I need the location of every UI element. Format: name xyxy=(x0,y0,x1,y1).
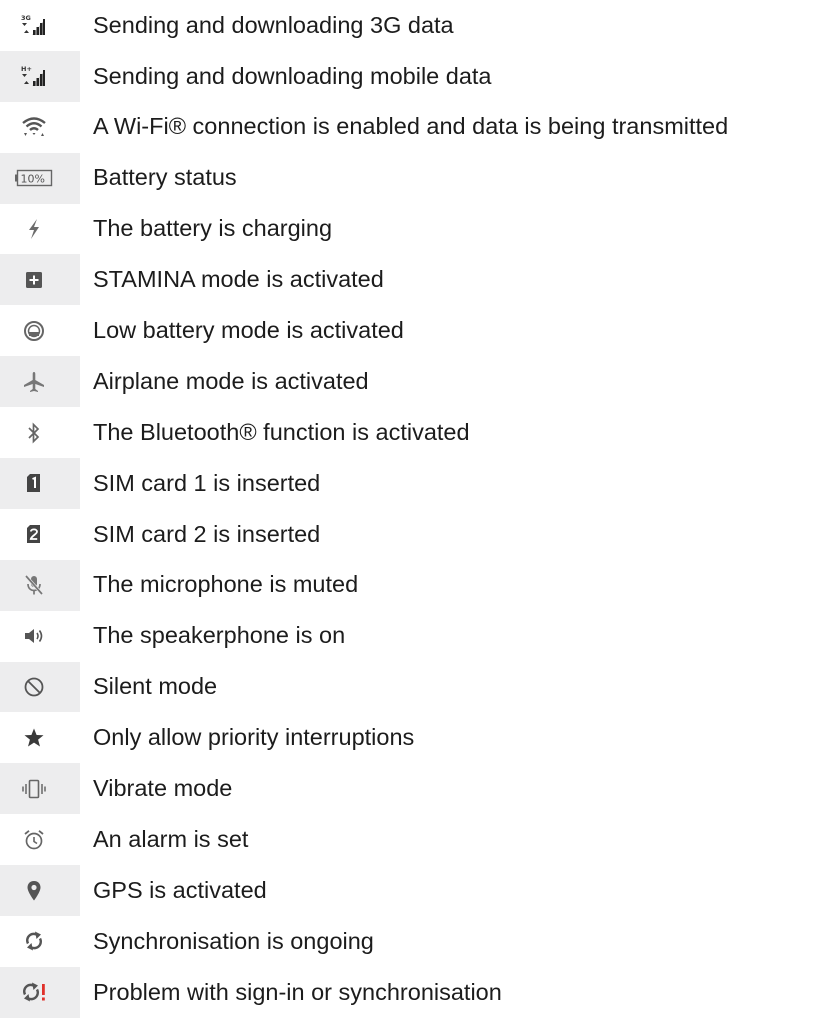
icon-cell xyxy=(0,763,80,815)
icon-cell xyxy=(0,559,80,611)
list-item: Low battery mode is activated xyxy=(0,305,828,356)
alarm-clock-icon xyxy=(14,824,54,856)
icon-cell xyxy=(0,661,80,713)
sim-card-1-icon xyxy=(14,467,54,499)
stamina-mode-icon xyxy=(14,264,54,296)
list-item: The Bluetooth® function is activated xyxy=(0,407,828,458)
list-item-label: Battery status xyxy=(93,164,237,191)
microphone-muted-icon xyxy=(14,569,54,601)
3g-data-transfer-icon: 3G xyxy=(14,9,54,41)
svg-text:H+: H+ xyxy=(21,65,32,73)
list-item: The speakerphone is on xyxy=(0,611,828,662)
list-item: STAMINA mode is activated xyxy=(0,254,828,306)
low-battery-mode-icon xyxy=(14,315,54,347)
list-item-label: Silent mode xyxy=(93,673,218,700)
list-item: The microphone is muted xyxy=(0,559,828,611)
list-item: 3G Sending and downloading 3G data xyxy=(0,0,828,51)
list-item-label: The battery is charging xyxy=(93,215,333,242)
icon-cell xyxy=(0,509,80,560)
list-item-label: STAMINA mode is activated xyxy=(93,266,384,293)
sync-problem-icon xyxy=(14,976,54,1008)
wifi-data-transfer-icon xyxy=(14,111,54,143)
list-item: 10% Battery status xyxy=(0,152,828,204)
list-item-label: The microphone is muted xyxy=(93,571,359,598)
icon-cell: H+ xyxy=(0,50,80,102)
charging-bolt-icon xyxy=(14,213,54,245)
list-item-label: Synchronisation is ongoing xyxy=(93,927,374,954)
gps-pin-icon xyxy=(14,875,54,907)
icon-cell xyxy=(0,407,80,458)
icon-cell xyxy=(0,356,80,408)
list-item: The battery is charging xyxy=(0,204,828,255)
status-icon-list: 3G Sending and downloading 3G data H+ Se… xyxy=(0,0,828,1018)
battery-status-icon: 10% xyxy=(14,162,54,194)
icon-cell: 3G xyxy=(0,0,80,51)
icon-cell xyxy=(0,966,80,1018)
list-item-label: SIM card 1 is inserted xyxy=(93,469,321,496)
icon-cell xyxy=(0,458,80,509)
list-item: Problem with sign-in or synchronisation xyxy=(0,966,828,1018)
list-item: Vibrate mode xyxy=(0,763,828,815)
list-item-label: Only allow priority interruptions xyxy=(93,724,415,751)
sync-icon xyxy=(14,925,54,957)
list-item: H+ Sending and downloading mobile data xyxy=(0,50,828,102)
list-item-label: An alarm is set xyxy=(93,825,249,852)
icon-cell: 10% xyxy=(0,152,80,204)
list-item: Only allow priority interruptions xyxy=(0,712,828,763)
airplane-icon xyxy=(14,366,54,398)
list-item-label: Airplane mode is activated xyxy=(93,367,369,394)
battery-percent-text: 10% xyxy=(21,173,45,186)
list-item-label: A Wi-Fi® connection is enabled and data … xyxy=(93,113,729,140)
icon-cell xyxy=(0,916,80,967)
list-item-label: Sending and downloading 3G data xyxy=(93,11,454,38)
svg-text:3G: 3G xyxy=(21,14,31,22)
icon-cell xyxy=(0,204,80,255)
icon-cell xyxy=(0,712,80,763)
vibrate-icon xyxy=(14,773,54,805)
icon-cell xyxy=(0,814,80,865)
list-item: Silent mode xyxy=(0,661,828,713)
list-item: GPS is activated xyxy=(0,865,828,917)
icon-cell xyxy=(0,254,80,306)
sim-card-2-icon xyxy=(14,518,54,550)
icon-cell xyxy=(0,865,80,917)
speakerphone-icon xyxy=(14,620,54,652)
list-item: Airplane mode is activated xyxy=(0,356,828,408)
list-item-label: The Bluetooth® function is activated xyxy=(93,418,470,445)
mobile-data-transfer-icon: H+ xyxy=(14,60,54,92)
icon-cell xyxy=(0,102,80,153)
list-item-label: Low battery mode is activated xyxy=(93,317,404,344)
list-item-label: The speakerphone is on xyxy=(93,622,346,649)
bluetooth-icon xyxy=(14,417,54,449)
icon-cell xyxy=(0,611,80,662)
list-item-label: Sending and downloading mobile data xyxy=(93,62,492,89)
priority-star-icon xyxy=(14,722,54,754)
list-item-label: Vibrate mode xyxy=(93,775,233,802)
list-item: A Wi-Fi® connection is enabled and data … xyxy=(0,102,828,153)
list-item: An alarm is set xyxy=(0,814,828,865)
list-item-label: Problem with sign-in or synchronisation xyxy=(93,978,502,1005)
list-item: SIM card 2 is inserted xyxy=(0,509,828,560)
list-item-label: GPS is activated xyxy=(93,876,267,903)
list-item: SIM card 1 is inserted xyxy=(0,458,828,509)
silent-mode-icon xyxy=(14,671,54,703)
list-item: Synchronisation is ongoing xyxy=(0,916,828,967)
list-item-label: SIM card 2 is inserted xyxy=(93,520,321,547)
icon-cell xyxy=(0,305,80,356)
